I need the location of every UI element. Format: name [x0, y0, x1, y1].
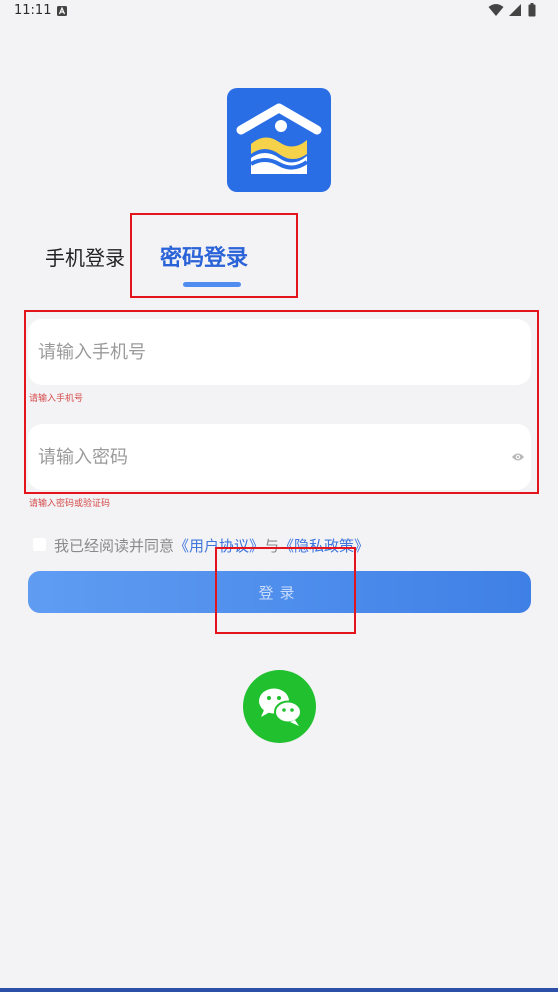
agreement-prefix: 我已经阅读并同意	[54, 537, 175, 555]
signal-icon	[509, 4, 521, 16]
password-input[interactable]	[38, 424, 498, 490]
status-time: 11:11	[14, 3, 52, 18]
phone-error-text: 请输入手机号	[29, 394, 84, 404]
wifi-icon	[488, 4, 504, 16]
agreement-and: 与	[264, 537, 280, 555]
notification-app-icon	[57, 6, 67, 16]
phone-input-container	[28, 319, 531, 385]
phone-input[interactable]	[38, 319, 498, 385]
house-wave-logo-icon	[236, 103, 322, 174]
user-agreement-link[interactable]: 《用户协议》	[174, 537, 264, 555]
wechat-login-button[interactable]	[243, 670, 316, 743]
login-button[interactable]: 登录	[28, 571, 531, 613]
wechat-icon	[259, 688, 302, 726]
password-error-text: 请输入密码或验证码	[29, 499, 111, 509]
tab-phone-login[interactable]: 手机登录	[45, 242, 125, 271]
password-input-container	[28, 424, 531, 490]
agreement-row: 我已经阅读并同意《用户协议》与《隐私政策》	[33, 535, 369, 555]
tab-password-login[interactable]: 密码登录	[160, 240, 248, 272]
battery-icon	[528, 3, 536, 17]
agreement-checkbox[interactable]	[33, 538, 46, 551]
bottom-bar	[0, 988, 558, 992]
app-logo	[227, 88, 331, 192]
privacy-policy-link[interactable]: 《隐私政策》	[279, 537, 369, 555]
status-bar: 11:11	[0, 0, 558, 24]
active-tab-indicator	[183, 282, 241, 287]
eye-icon[interactable]	[511, 451, 525, 463]
